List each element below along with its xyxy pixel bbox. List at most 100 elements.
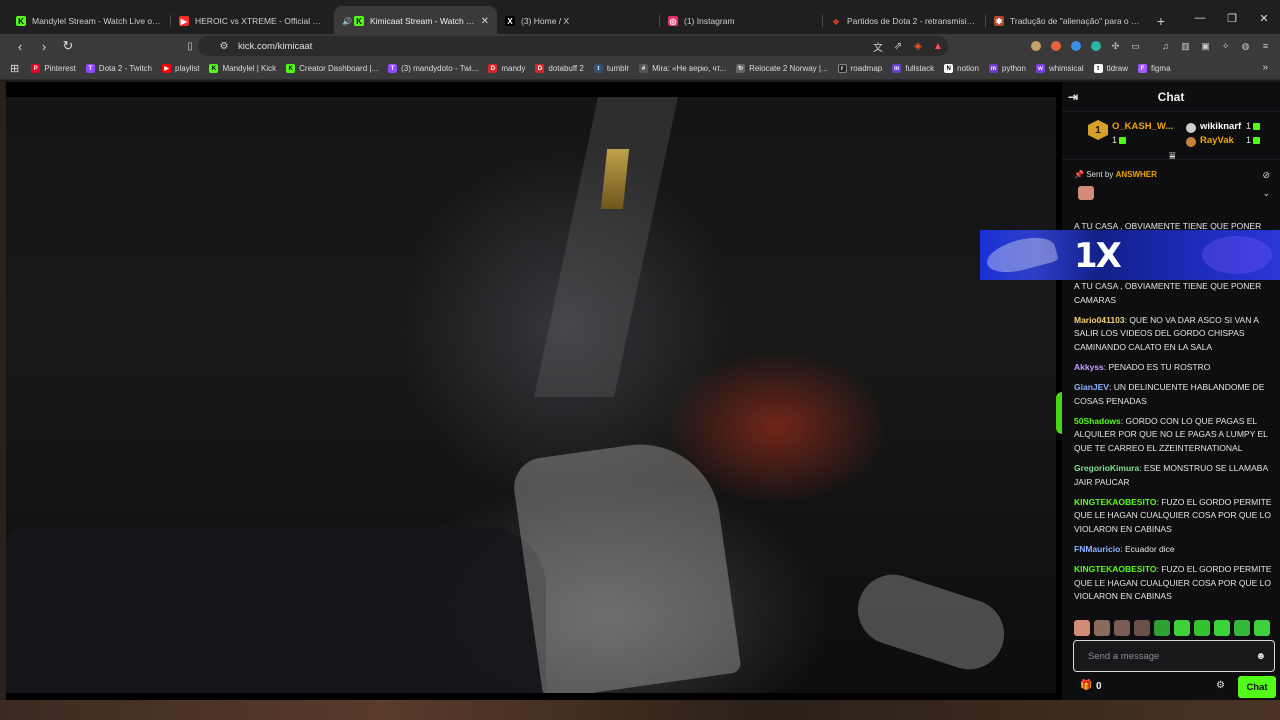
tab-heroic[interactable]: ▶ HEROIC vs XTREME - Official Highlig [171,6,334,36]
bookmark-relocate-norway[interactable]: ↻ Relocate 2 Norway |... [736,64,828,73]
wallet-icon[interactable]: ▣ [1197,38,1214,55]
emote-icon[interactable] [1134,620,1150,636]
restore-icon[interactable]: ❐ [1216,0,1248,36]
sidebar-icon[interactable]: ▥ [1177,38,1194,55]
extension-icon[interactable] [1087,38,1104,55]
back-icon[interactable]: ‹ [10,36,30,56]
chat-message-input[interactable] [1088,650,1248,662]
brave-shield-icon[interactable]: ◈ [908,36,928,56]
pinned-user: ANSWHER [1115,170,1157,179]
chevron-down-icon[interactable]: ⌄ [1262,188,1270,199]
vpn-icon[interactable]: ◍ [1237,38,1254,55]
filter-icon[interactable]: ⩸ [1169,150,1176,163]
close-window-icon[interactable]: ✕ [1248,0,1280,36]
leo-icon[interactable]: ✧ [1217,38,1234,55]
chat-username[interactable]: KINGTEKAOBESITO [1074,564,1157,574]
unpin-icon[interactable]: ⊘ [1262,170,1270,181]
leader-name[interactable]: wikiknarf [1200,121,1241,132]
bookmark-dota-twitch[interactable]: T Dota 2 - Twitch [85,64,152,73]
bookmark-creator-dashboard[interactable]: K Creator Dashboard |... [286,64,378,73]
bookmark-mira[interactable]: # Mira: «Не верю, чт... [639,64,726,73]
chat-message: GianJEV: UN DELINCUENTE HABLANDOME DE CO… [1074,382,1265,406]
chat-username[interactable]: Akkyss [1074,362,1104,372]
emote-icon[interactable] [1154,620,1170,636]
gift-icon[interactable]: 🎁 [1080,680,1092,691]
url-text[interactable]: kick.com/kimicaat [238,41,868,52]
playlist-icon[interactable]: ♫ [1157,38,1174,55]
minimize-icon[interactable]: — [1184,0,1216,36]
forward-icon[interactable]: › [34,36,54,56]
bookmark-dotabuff[interactable]: Ddotabuff 2 [535,64,584,73]
emote-icon[interactable] [1074,620,1090,636]
bookmark-notion[interactable]: Nnotion [944,64,979,73]
tab-dota-matches[interactable]: ◆ Partidos de Dota 2 - retransmisiones [823,6,986,36]
leader-count: 1 [1246,121,1261,131]
stream-video-player[interactable] [6,97,1056,693]
tab-translation[interactable]: ✱ Tradução de "alienação" para o espa [986,6,1149,36]
chat-username[interactable]: 50Shadows [1074,416,1121,426]
menu-icon[interactable]: ≡ [1257,38,1274,55]
tab-mandylel[interactable]: K Mandylel Stream - Watch Live on Kic [8,6,171,36]
bookmark-whimsical[interactable]: w whimsical [1035,64,1084,73]
chat-message: KINGTEKAOBESITO: FUZO EL GORDO PERMITE Q… [1074,496,1272,534]
gift-count: 0 [1096,681,1102,692]
tab-kimicaat[interactable]: 🔊 K Kimicaat Stream - Watch Live ✕ [334,6,497,36]
chat-username[interactable]: FNMauricio [1074,544,1120,554]
bookmark-pinterest[interactable]: P Pinterest [31,64,76,73]
collapse-chat-icon[interactable]: ⇥ [1068,90,1078,104]
brave-rewards-icon[interactable]: ▲ [928,36,948,56]
leader-name[interactable]: O_KASH_W... [1112,121,1173,132]
emote-icon[interactable] [1094,620,1110,636]
leader-name[interactable]: RayVak [1200,135,1234,146]
bookmark-roadmap[interactable]: r roadmap [837,64,882,73]
translate-icon[interactable]: 文 [868,36,888,56]
chat-username[interactable]: GianJEV [1074,382,1109,392]
ad-banner[interactable]: 1X [980,230,1280,280]
extension-icon[interactable] [1047,38,1064,55]
site-info-icon[interactable]: ⚙ [214,36,234,56]
extension-icon[interactable] [1067,38,1084,55]
emote-icon[interactable] [1114,620,1130,636]
x-icon: X [505,16,515,26]
emote-icon [1078,186,1094,200]
chat-username[interactable]: KINGTEKAOBESITO [1074,497,1157,507]
bookmark-icon[interactable]: ▯ [180,36,200,56]
apps-grid-icon[interactable]: ⊞ [10,62,19,75]
bookmark-figma[interactable]: Ffigma [1137,64,1171,73]
send-chat-button[interactable]: Chat [1238,676,1276,698]
close-tab-icon[interactable]: ✕ [481,16,489,27]
emote-icon[interactable] [1174,620,1190,636]
tab-instagram[interactable]: ◎ (1) Instagram [660,6,823,36]
leader-count: 1 [1246,135,1261,145]
bookmark-mandy[interactable]: Dmandy [488,64,525,73]
emoji-picker-icon[interactable]: ☻ [1255,651,1266,662]
bookmark-python[interactable]: m python [988,64,1026,73]
emote-icon[interactable] [1234,620,1250,636]
silver-medal-icon [1186,123,1196,133]
bookmark-mandylel-kick[interactable]: K Mandylel | Kick [209,64,276,73]
emote-icon[interactable] [1214,620,1230,636]
chat-input-box[interactable]: ☻ [1073,640,1275,672]
bookmark-mandydoto-twitch[interactable]: T (3) mandydoto - Twi... [388,64,478,73]
share-icon[interactable]: ⇗ [888,36,908,56]
puzzle-icon[interactable]: ✣ [1107,38,1124,55]
address-bar[interactable]: ▯ ⚙ kick.com/kimicaat 文 ⇗ ◈ ▲ [187,36,948,56]
tab-title: (1) Instagram [684,16,735,26]
cast-icon[interactable]: ▭ [1127,38,1144,55]
bookmark-playlist[interactable]: ▶ playlist [162,64,199,73]
more-bookmarks-icon[interactable]: » [1262,62,1268,73]
tab-x-home[interactable]: X (3) Home / X [497,6,660,36]
reload-icon[interactable]: ↻ [58,36,78,56]
bookmark-tumblr[interactable]: t tumblr [593,64,629,73]
emote-icon[interactable] [1194,620,1210,636]
emote-icon[interactable] [1254,620,1270,636]
chat-message: KINGTEKAOBESITO: FUZO EL GORDO PERMITE Q… [1074,564,1272,602]
chat-username[interactable]: GregorioKimura [1074,463,1139,473]
chat-username[interactable]: Mario041103 [1074,315,1125,325]
extension-icon[interactable] [1027,38,1044,55]
gear-icon[interactable]: ⚙ [1216,680,1225,691]
tab-title: Tradução de "alienação" para o espa [1010,16,1141,26]
bookmark-tldraw[interactable]: t tldraw [1093,64,1128,73]
bookmark-fullstack[interactable]: m fullstack [892,64,934,73]
new-tab-button[interactable]: + [1149,6,1173,36]
